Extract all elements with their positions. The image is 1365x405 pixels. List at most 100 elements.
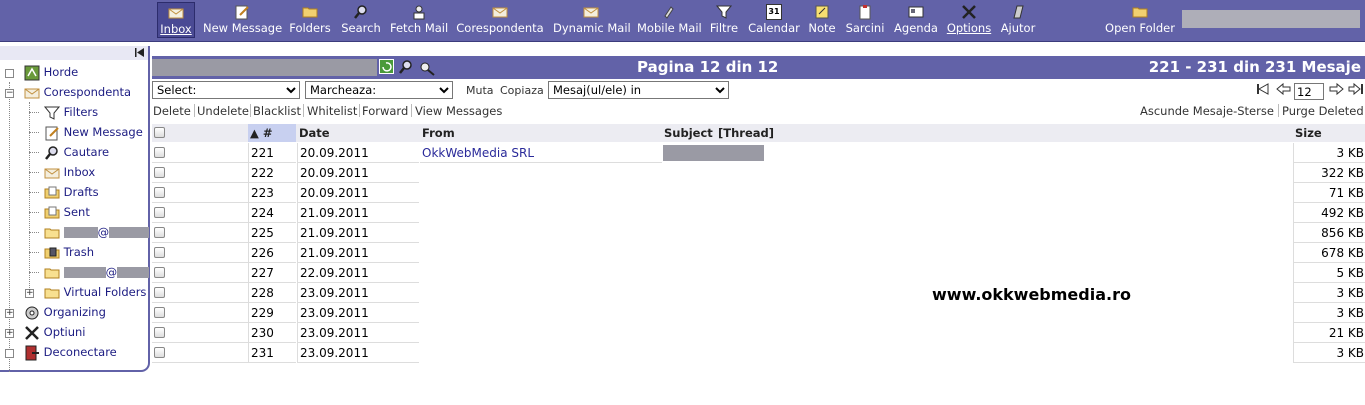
view-messages-link[interactable]: View Messages [415, 104, 502, 118]
row-checkbox[interactable] [154, 207, 165, 218]
message-from-link[interactable]: OkkWebMedia SRL [420, 143, 662, 163]
table-row[interactable]: 227 22.09.2011 5 KB [152, 263, 1365, 283]
sidebar-item-optiuni[interactable]: Optiuni [24, 323, 85, 341]
sidebar-item-virtual-folders[interactable]: Virtual Folders [44, 283, 146, 301]
tree-expand-box[interactable]: + [25, 289, 34, 298]
sidebar-item-deconectare[interactable]: Deconectare [24, 343, 117, 361]
table-row[interactable]: 226 21.09.2011 678 KB [152, 243, 1365, 263]
row-checkbox[interactable] [154, 147, 165, 158]
target-folder-dropdown[interactable]: Mesaj(ul/ele) in [548, 81, 729, 99]
purge-deleted-link[interactable]: Purge Deleted [1282, 104, 1364, 118]
compose-icon [45, 126, 59, 140]
delete-link[interactable]: Delete [153, 104, 191, 118]
menu-search[interactable]: Search [340, 2, 382, 38]
mark-dropdown[interactable]: Marcheaza: [305, 81, 453, 99]
next-page-icon[interactable] [1329, 82, 1344, 96]
table-row[interactable]: 230 23.09.2011 21 KB [152, 323, 1365, 343]
row-checkbox[interactable] [154, 227, 165, 238]
menu-mobile-mail[interactable]: Mobile Mail [637, 2, 702, 38]
folder-icon [44, 288, 60, 298]
message-actions-bar: Delete Undelete Blacklist Whitelist Forw… [152, 102, 1365, 121]
row-checkbox[interactable] [154, 167, 165, 178]
row-checkbox[interactable] [154, 307, 165, 318]
thread-view-link[interactable]: [Thread] [718, 126, 774, 140]
sidebar-item-sent[interactable]: Sent [44, 203, 90, 221]
menu-calendar[interactable]: 31 Calendar [747, 2, 801, 38]
sidebar-item-horde[interactable]: Horde [24, 63, 78, 81]
sort-from-header[interactable]: From [422, 126, 455, 140]
open-folder-input[interactable] [1182, 10, 1360, 28]
menu-corespondenta[interactable]: Corespondenta [456, 2, 544, 38]
row-checkbox[interactable] [154, 287, 165, 298]
select-dropdown[interactable]: Select: [152, 81, 300, 99]
menu-agenda[interactable]: Agenda [893, 2, 939, 38]
menu-filtre[interactable]: Filtre [708, 2, 740, 38]
move-button[interactable]: Muta [466, 84, 494, 97]
tree-collapse-box[interactable]: − [5, 89, 14, 98]
row-checkbox[interactable] [154, 267, 165, 278]
sidebar-item-drafts[interactable]: Drafts [44, 183, 99, 201]
sort-subject-header[interactable]: Subject [664, 126, 713, 140]
refresh-icon[interactable] [379, 59, 394, 74]
menu-new-message[interactable]: New Message [203, 2, 282, 38]
table-row[interactable]: 222 20.09.2011 322 KB [152, 163, 1365, 183]
table-row[interactable]: 225 21.09.2011 856 KB [152, 223, 1365, 243]
page-number-input[interactable] [1294, 83, 1324, 100]
sidebar-item-cautare[interactable]: Cautare [44, 143, 109, 161]
first-page-icon[interactable] [1256, 82, 1272, 96]
menu-agenda-label: Agenda [894, 21, 938, 35]
menu-dynamic-mail[interactable]: Dynamic Mail [553, 2, 631, 38]
sidebar-item-label: @ [97, 225, 110, 239]
table-row[interactable]: 224 21.09.2011 492 KB [152, 203, 1365, 223]
copy-button[interactable]: Copiaza [500, 84, 544, 97]
sidebar-item-account-folder-2[interactable]: @ [44, 263, 150, 281]
menu-folders[interactable]: Folders [289, 2, 331, 38]
sidebar-item-corespondenta[interactable]: Corespondenta [24, 83, 131, 101]
row-checkbox[interactable] [154, 327, 165, 338]
sidebar-item-trash[interactable]: Trash [44, 243, 94, 261]
trash-icon [44, 247, 60, 258]
menu-open-folder[interactable]: Open Folder [1104, 2, 1176, 38]
tree-expand-box[interactable]: + [5, 329, 14, 338]
mailbox-options-icon[interactable] [419, 59, 436, 76]
menu-sarcini[interactable]: Sarcini [844, 2, 886, 38]
previous-page-icon[interactable] [1276, 82, 1291, 96]
table-row[interactable]: 228 23.09.2011 3 KB [152, 283, 1365, 303]
sort-date-header[interactable]: Date [299, 126, 330, 140]
last-page-icon[interactable] [1348, 82, 1364, 96]
sidebar-item-new-message[interactable]: New Message [44, 123, 143, 141]
menu-fetch-mail[interactable]: Fetch Mail [390, 2, 448, 38]
sort-number-header[interactable]: ▲ # [248, 124, 296, 142]
menu-ajutor[interactable]: Ajutor [999, 2, 1037, 38]
collapse-sidebar-icon[interactable] [134, 47, 146, 58]
table-row[interactable]: 231 23.09.2011 3 KB [152, 343, 1365, 363]
sidebar-item-label: Virtual Folders [63, 285, 147, 299]
sidebar-item-label: New Message [63, 125, 143, 139]
hide-deleted-link[interactable]: Ascunde Mesaje-Sterse [1140, 104, 1274, 118]
whitelist-link[interactable]: Whitelist [307, 104, 357, 118]
sidebar-item-account-folder-1[interactable]: @ [44, 223, 150, 241]
table-row[interactable]: 229 23.09.2011 3 KB [152, 303, 1365, 323]
tree-expand-box[interactable]: + [5, 309, 14, 318]
menu-note[interactable]: Note [808, 2, 836, 38]
search-mailbox-icon[interactable] [398, 59, 414, 75]
row-checkbox[interactable] [154, 247, 165, 258]
filter-icon [716, 5, 732, 19]
sort-size-header[interactable]: Size [1295, 126, 1322, 140]
undelete-link[interactable]: Undelete [197, 104, 249, 118]
sidebar-item-organizing[interactable]: Organizing [24, 303, 106, 321]
row-checkbox[interactable] [154, 347, 165, 358]
blacklist-link[interactable]: Blacklist [253, 104, 301, 118]
menu-options[interactable]: Options [946, 2, 992, 38]
row-checkbox[interactable] [154, 187, 165, 198]
table-row[interactable]: 223 20.09.2011 71 KB [152, 183, 1365, 203]
message-subject-redacted[interactable] [663, 145, 764, 161]
sidebar-item-inbox[interactable]: Inbox [44, 163, 95, 181]
menu-inbox[interactable]: Inbox [157, 2, 195, 38]
message-date: 23.09.2011 [297, 283, 419, 303]
message-size: 3 KB [1293, 343, 1365, 363]
forward-link[interactable]: Forward [362, 104, 408, 118]
sidebar-item-filters[interactable]: Filters [43, 103, 98, 121]
select-all-checkbox[interactable] [154, 127, 165, 138]
table-row[interactable]: 221 20.09.2011 OkkWebMedia SRL 3 KB [152, 143, 1365, 163]
